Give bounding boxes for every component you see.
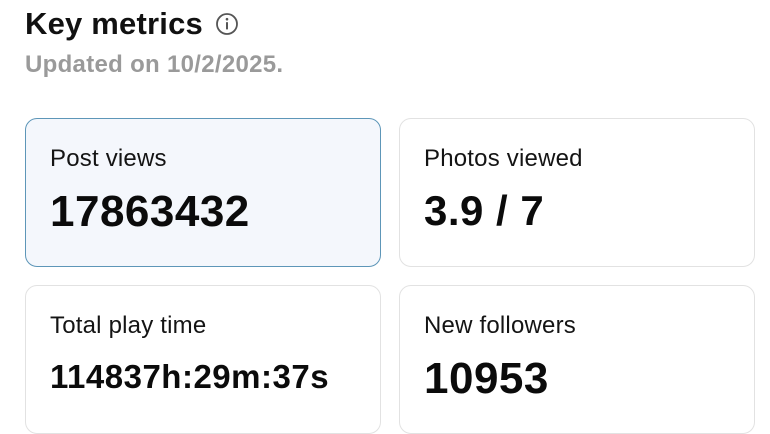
page-title: Key metrics	[25, 6, 203, 41]
metric-label: Post views	[50, 145, 167, 172]
title-row: Key metrics	[25, 4, 283, 44]
info-icon[interactable]	[215, 12, 239, 36]
metric-card-post-views[interactable]: Post views 17863432	[25, 118, 381, 267]
metric-label: New followers	[424, 312, 576, 339]
metric-value: 114837h:29m:37s	[50, 358, 330, 395]
updated-timestamp: Updated on 10/2/2025.	[25, 51, 284, 78]
metric-label: Total play time	[50, 312, 207, 339]
metric-card-new-followers[interactable]: New followers 10953	[399, 285, 755, 434]
metric-card-photos-viewed[interactable]: Photos viewed 3.9 / 7	[399, 118, 755, 267]
metric-value: 10953	[424, 354, 549, 403]
metric-value: 17863432	[50, 187, 250, 236]
metrics-grid: Post views 17863432 Photos viewed 3.9 / …	[25, 118, 755, 434]
metric-card-total-play-time[interactable]: Total play time 114837h:29m:37s	[25, 285, 381, 434]
metric-value: 3.9 / 7	[424, 187, 545, 234]
metrics-header: Key metrics Updated on 10/2/2025.	[25, 4, 283, 79]
metric-label: Photos viewed	[424, 145, 583, 172]
